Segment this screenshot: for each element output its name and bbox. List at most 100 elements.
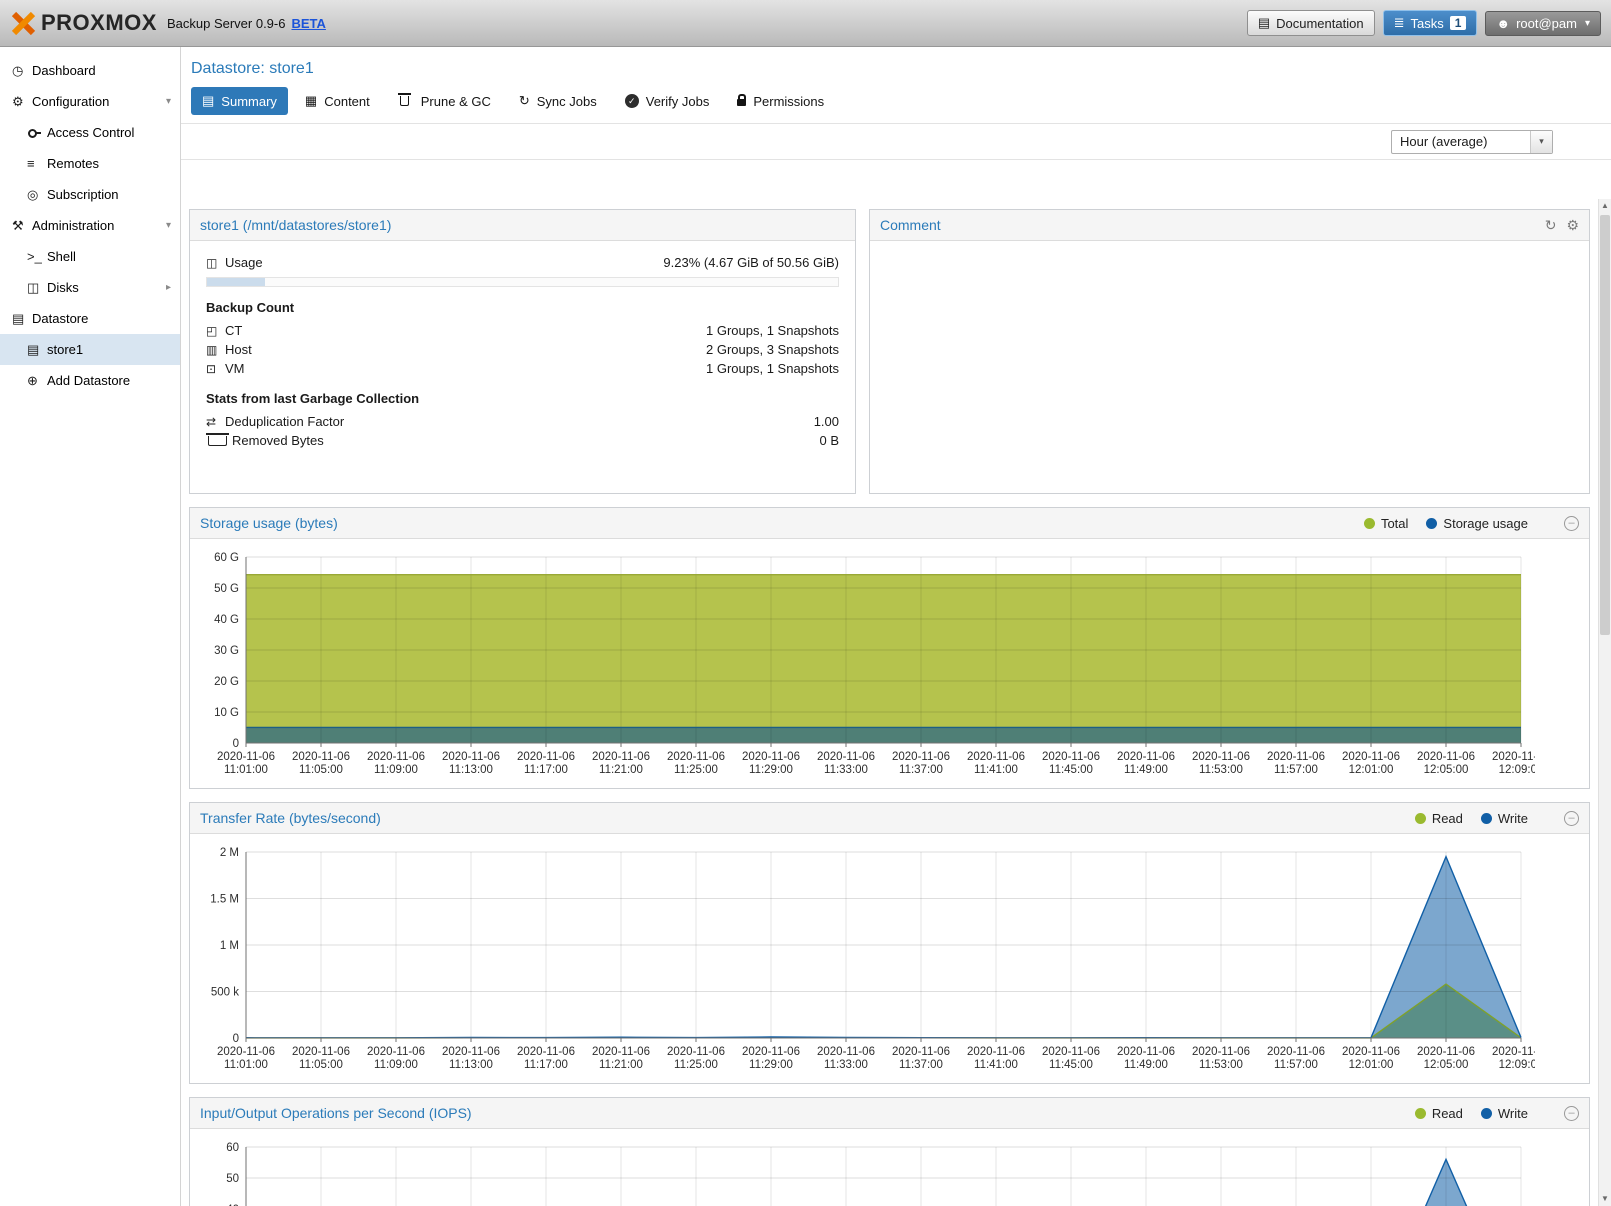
sidebar-item-store1[interactable]: ▤store1 bbox=[0, 334, 180, 365]
svg-text:2020-11-06: 2020-11-06 bbox=[967, 1046, 1025, 1058]
legend-item-total[interactable]: Total bbox=[1364, 516, 1408, 531]
scrollbar-thumb[interactable] bbox=[1600, 215, 1610, 635]
toolbar: Hour (average) ▾ bbox=[181, 124, 1611, 160]
documentation-button[interactable]: ▤ Documentation bbox=[1247, 10, 1375, 36]
scrollbar-up-arrow[interactable]: ▲ bbox=[1599, 199, 1611, 213]
sidebar-item-label: Configuration bbox=[32, 94, 109, 109]
chevron-down-icon[interactable]: ▾ bbox=[166, 220, 171, 231]
sidebar-item-add-datastore[interactable]: ⊕Add Datastore bbox=[0, 365, 180, 396]
sidebar-item-label: Subscription bbox=[47, 187, 119, 202]
chevron-down-icon[interactable]: ▾ bbox=[166, 96, 171, 107]
tasks-count-badge: 1 bbox=[1450, 16, 1467, 30]
disks-icon: ◫ bbox=[27, 280, 45, 296]
stat-label: CT bbox=[225, 323, 242, 338]
tasks-button[interactable]: ≣ Tasks 1 bbox=[1383, 10, 1478, 36]
tab-label: Prune & GC bbox=[421, 94, 491, 109]
chevron-right-icon[interactable]: ▸ bbox=[166, 282, 171, 293]
svg-text:2 M: 2 M bbox=[220, 847, 239, 859]
tab-summary[interactable]: ▤Summary bbox=[191, 87, 288, 115]
sidebar-item-access-control[interactable]: Access Control bbox=[0, 117, 180, 148]
svg-text:2020-11-06: 2020-11-06 bbox=[367, 751, 425, 763]
svg-text:11:49:00: 11:49:00 bbox=[1124, 1059, 1168, 1071]
refresh-icon[interactable]: ↻ bbox=[1545, 217, 1557, 234]
sidebar-item-configuration[interactable]: ⚙Configuration ▾ bbox=[0, 86, 180, 117]
collapse-icon[interactable]: – bbox=[1564, 811, 1579, 826]
sidebar-item-label: Disks bbox=[47, 280, 79, 295]
stat-row: Removed Bytes0 B bbox=[206, 431, 839, 450]
list-icon: ≡ bbox=[27, 156, 45, 171]
sidebar-item-remotes[interactable]: ≡Remotes bbox=[0, 148, 180, 179]
main-area: Datastore: store1 ▤Summary▦ContentPrune … bbox=[181, 47, 1611, 1206]
svg-text:2020-11-06: 2020-11-06 bbox=[667, 751, 725, 763]
sidebar-item-label: Remotes bbox=[47, 156, 99, 171]
comment-panel-title: Comment bbox=[880, 217, 941, 233]
svg-text:2020-11-06: 2020-11-06 bbox=[1117, 1046, 1175, 1058]
scrollbar-down-arrow[interactable]: ▼ bbox=[1599, 1192, 1611, 1206]
sidebar-item-dashboard[interactable]: ◷Dashboard bbox=[0, 55, 180, 86]
top-header: PROXMOX Backup Server 0.9-6 BETA ▤ Docum… bbox=[0, 0, 1611, 47]
vertical-scrollbar[interactable]: ▲ ▼ bbox=[1598, 199, 1611, 1206]
svg-text:2020-11-06: 2020-11-06 bbox=[742, 751, 800, 763]
comment-body[interactable] bbox=[870, 241, 1589, 265]
beta-link[interactable]: BETA bbox=[291, 16, 325, 31]
svg-text:11:09:00: 11:09:00 bbox=[374, 1059, 418, 1071]
svg-text:2020-11-06: 2020-11-06 bbox=[1342, 1046, 1400, 1058]
host-icon: ▥ bbox=[206, 343, 225, 357]
proxmox-x-icon bbox=[10, 11, 37, 36]
legend-item-write[interactable]: Write bbox=[1481, 811, 1528, 826]
stat-label: Removed Bytes bbox=[232, 433, 324, 448]
sidebar-item-administration[interactable]: ⚒Administration▾ bbox=[0, 210, 180, 241]
user-menu-button[interactable]: ☻ root@pam ▾ bbox=[1485, 11, 1601, 36]
svg-text:11:17:00: 11:17:00 bbox=[524, 1059, 568, 1071]
tab-permissions[interactable]: Permissions bbox=[726, 88, 835, 115]
svg-text:11:17:00: 11:17:00 bbox=[524, 764, 568, 776]
gc-stats-rows: ⇄Deduplication Factor1.00Removed Bytes0 … bbox=[206, 412, 839, 450]
comment-panel: Comment ↻ ⚙ bbox=[869, 209, 1590, 494]
svg-text:2020-11-06: 2020-11-06 bbox=[1267, 751, 1325, 763]
sidebar-item-datastore[interactable]: ▤Datastore bbox=[0, 303, 180, 334]
tab-bar: ▤Summary▦Content Prune & GC ↻Sync Jobs✓Ver… bbox=[181, 87, 1611, 124]
svg-text:2020-11-06: 2020-11-06 bbox=[217, 1046, 275, 1058]
svg-text:11:25:00: 11:25:00 bbox=[674, 764, 718, 776]
legend-label: Write bbox=[1498, 1106, 1528, 1121]
tab-sync-jobs[interactable]: ↻Sync Jobs bbox=[508, 87, 608, 115]
svg-text:60 G: 60 G bbox=[214, 552, 239, 564]
cube-icon: ◰ bbox=[206, 324, 225, 338]
legend-item-storage-usage[interactable]: Storage usage bbox=[1426, 516, 1528, 531]
interval-select[interactable]: Hour (average) ▾ bbox=[1391, 130, 1553, 154]
tab-verify-jobs[interactable]: ✓Verify Jobs bbox=[614, 88, 721, 115]
legend-label: Read bbox=[1432, 1106, 1463, 1121]
gear-icon[interactable]: ⚙ bbox=[1566, 217, 1579, 234]
legend-item-read[interactable]: Read bbox=[1415, 811, 1463, 826]
tab-content[interactable]: ▦Content bbox=[294, 87, 381, 115]
sidebar-item-shell[interactable]: >_Shell bbox=[0, 241, 180, 272]
legend-dot-icon bbox=[1481, 1108, 1492, 1119]
svg-text:30 G: 30 G bbox=[214, 645, 239, 657]
svg-text:11:01:00: 11:01:00 bbox=[224, 764, 268, 776]
user-label: root@pam bbox=[1516, 16, 1577, 31]
sidebar-item-disks[interactable]: ◫Disks ▸ bbox=[0, 272, 180, 303]
svg-text:11:57:00: 11:57:00 bbox=[1274, 1059, 1318, 1071]
terminal-icon: >_ bbox=[27, 249, 45, 264]
sidebar-item-subscription[interactable]: ◎Subscription bbox=[0, 179, 180, 210]
chart-title: Input/Output Operations per Second (IOPS… bbox=[200, 1105, 472, 1121]
legend-item-write[interactable]: Write bbox=[1481, 1106, 1528, 1121]
tasks-icon: ≣ bbox=[1394, 15, 1405, 31]
legend-item-read[interactable]: Read bbox=[1415, 1106, 1463, 1121]
chevron-down-icon[interactable]: ▾ bbox=[1530, 131, 1552, 153]
collapse-icon[interactable]: – bbox=[1564, 516, 1579, 531]
chart-title: Transfer Rate (bytes/second) bbox=[200, 810, 381, 826]
usage-progress-fill bbox=[207, 278, 265, 286]
svg-text:11:49:00: 11:49:00 bbox=[1124, 764, 1168, 776]
backup-count-heading: Backup Count bbox=[206, 300, 839, 315]
tab-prune-gc[interactable]: Prune & GC bbox=[387, 88, 502, 115]
gears-icon: ⚙ bbox=[12, 94, 30, 110]
legend-label: Read bbox=[1432, 811, 1463, 826]
comment-panel-header: Comment ↻ ⚙ bbox=[870, 210, 1589, 241]
chart-header: Transfer Rate (bytes/second) Read Write – bbox=[190, 803, 1589, 834]
svg-text:12:01:00: 12:01:00 bbox=[1349, 764, 1394, 776]
collapse-icon[interactable]: – bbox=[1564, 1106, 1579, 1121]
sidebar-item-label: Administration bbox=[32, 218, 114, 233]
chart-plot: 010 G20 G30 G40 G50 G60 G2020-11-0611:01… bbox=[190, 539, 1589, 788]
svg-text:11:05:00: 11:05:00 bbox=[299, 764, 343, 776]
